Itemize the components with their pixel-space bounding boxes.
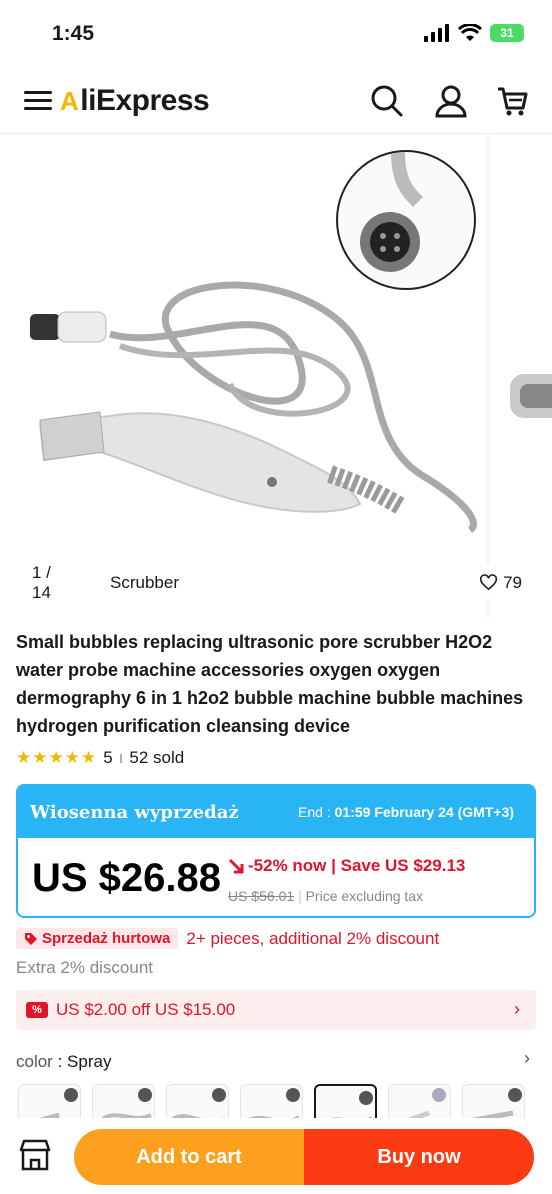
original-price: US $56.01 <box>228 888 295 904</box>
tax-note: Price excluding tax <box>305 888 424 904</box>
color-label: color <box>16 1052 53 1071</box>
sale-end-label: End : <box>298 804 331 820</box>
menu-icon[interactable] <box>24 86 54 116</box>
product-title: Small bubbles replacing ultrasonic pore … <box>16 632 524 736</box>
status-icons: 31 <box>424 24 524 42</box>
buy-now-button[interactable]: Buy now <box>304 1129 534 1185</box>
chevron-right-icon: › <box>514 999 520 1019</box>
sale-event-name: Wiosenna wyprzedaż <box>30 801 239 823</box>
add-to-cart-button[interactable]: Add to cart <box>74 1129 304 1185</box>
sale-end-value: 01:59 February 24 (GMT+3) <box>334 804 514 820</box>
wholesale-row: Sprzedaż hurtowa 2+ pieces, additional 2… <box>16 928 439 949</box>
sale-header: Wiosenna wyprzedaż End : 01:59 February … <box>18 786 534 838</box>
color-value: Spray <box>67 1052 112 1071</box>
status-bar: 1:45 31 <box>0 0 552 70</box>
coupon-text: US $2.00 off US $15.00 <box>56 1000 236 1019</box>
logo-accent: A <box>60 85 79 116</box>
store-icon[interactable] <box>18 1138 52 1172</box>
original-price-row: US $56.01 | Price excluding tax <box>228 888 424 904</box>
connector-zoom-image <box>336 150 476 290</box>
coupon-icon: % <box>26 1002 48 1018</box>
extra-discount: Extra 2% discount <box>16 958 154 977</box>
purchase-buttons: Add to cart Buy now <box>74 1129 534 1185</box>
coupon-banner[interactable]: % US $2.00 off US $15.00 › <box>16 990 536 1030</box>
status-time: 1:45 <box>52 22 95 45</box>
wholesale-badge-text: Sprzedaż hurtowa <box>42 930 171 947</box>
image-counter: 1 / 14 <box>18 563 88 602</box>
sale-end-time: End : 01:59 February 24 (GMT+3) <box>298 804 514 820</box>
likes-count: 79 <box>503 573 522 592</box>
color-selector-label[interactable]: color : Spray <box>16 1052 111 1072</box>
rating-separator: ı <box>118 748 124 767</box>
sale-card: Wiosenna wyprzedaż End : 01:59 February … <box>16 784 536 918</box>
battery-indicator: 31 <box>490 24 524 42</box>
rating-value: 5 <box>103 748 113 767</box>
bottom-action-bar: Add to cart Buy now <box>0 1118 552 1194</box>
wholesale-text: 2+ pieces, additional 2% discount <box>186 928 440 948</box>
next-product-image[interactable] <box>490 134 552 618</box>
aliexpress-logo[interactable]: AliExpress <box>60 84 210 118</box>
wishlist-button[interactable]: 79 <box>466 566 536 600</box>
logo-text: liExpress <box>80 84 210 117</box>
image-tag[interactable]: Scrubber <box>96 566 193 600</box>
star-rating-icon: ★★★★★ <box>16 748 98 767</box>
wifi-icon <box>458 24 482 41</box>
sale-body: US $26.88 -52% now | Save US $29.13 US $… <box>18 838 534 916</box>
tag-icon <box>25 932 37 945</box>
account-icon[interactable] <box>434 84 468 118</box>
discount-info: -52% now | Save US $29.13 <box>228 856 465 876</box>
down-arrow-icon <box>228 858 244 874</box>
chevron-right-icon[interactable]: › <box>524 1048 530 1069</box>
cart-icon[interactable] <box>496 84 530 118</box>
sold-count: 52 sold <box>129 748 185 767</box>
heart-icon <box>480 574 498 591</box>
product-gallery[interactable]: 1 / 14 Scrubber 79 <box>0 134 552 618</box>
signal-icon <box>424 24 449 42</box>
app-header: AliExpress <box>0 70 552 134</box>
rating-row[interactable]: ★★★★★ 5 ı 52 sold <box>16 748 184 768</box>
current-price: US $26.88 <box>32 856 222 900</box>
wholesale-badge: Sprzedaż hurtowa <box>16 928 179 949</box>
search-icon[interactable] <box>370 84 404 118</box>
discount-text: -52% now | Save US $29.13 <box>248 856 466 875</box>
